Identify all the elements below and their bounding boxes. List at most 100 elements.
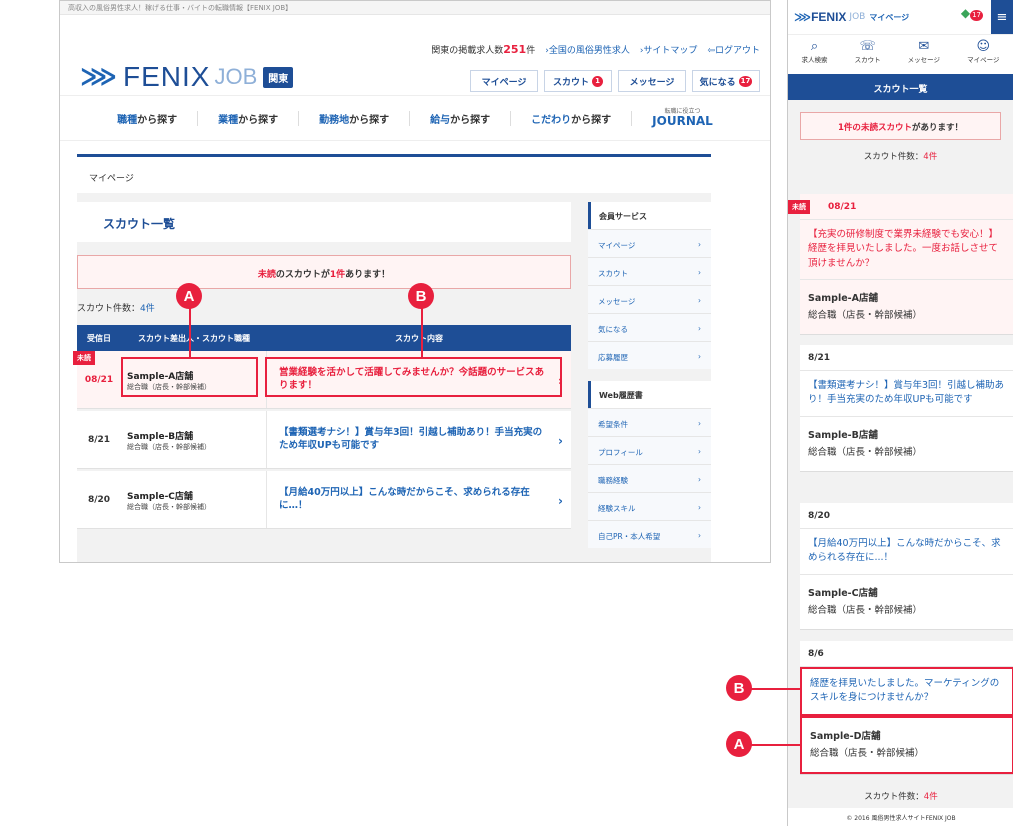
unread-ribbon: 未読 bbox=[788, 200, 810, 214]
sidebar-item-mypage[interactable]: マイページ › bbox=[588, 229, 711, 257]
card-date: 8/6 bbox=[800, 641, 1013, 667]
card-message[interactable]: 【書類選考ナシ！】賞与年3回！引越し補助あり！手当充実のため年収UPも可能です bbox=[800, 371, 1013, 417]
row-message[interactable]: 【書類選考ナシ！】賞与年3回！引越し補助あり！手当充実のため年収UPも可能です › bbox=[267, 411, 571, 468]
gem-badge: 17 bbox=[970, 9, 983, 21]
nav-favorite-button[interactable]: 気になる 17 bbox=[692, 70, 760, 92]
list-item[interactable]: 8/6 経歴を拝見いたしました。マーケティングのスキルを身につけませんか？ Sa… bbox=[800, 641, 1013, 775]
header-date: 受信日 bbox=[87, 333, 111, 343]
nav-mypage-button[interactable]: マイページ bbox=[470, 70, 538, 92]
sidebar-item-skills[interactable]: 経験スキル › bbox=[588, 492, 711, 520]
annotation-box-b bbox=[265, 357, 562, 397]
region-badge: 関東 bbox=[263, 66, 294, 88]
web-resume: Web履歴書 希望条件 › プロフィール › 職務経験 › 経験スキル › 自己PR・本… bbox=[588, 381, 711, 548]
sidebar-item-scout[interactable]: スカウト › bbox=[588, 257, 711, 285]
fenix-logo-icon: ⋙ bbox=[80, 62, 117, 92]
chevron-right-icon: › bbox=[698, 475, 701, 484]
nav-message-button[interactable]: メッセージ bbox=[618, 70, 686, 92]
mobile-nav-message[interactable]: ✉ メッセージ bbox=[908, 39, 940, 74]
mobile-logo-sub: JOB bbox=[849, 12, 866, 22]
site-logo[interactable]: ⋙ FENIX JOB 関東 bbox=[80, 61, 294, 93]
scout-icon: ☏ bbox=[859, 39, 876, 54]
table-row[interactable]: 8/21 Sample-B店舗 総合職（店長・幹部候補） 【書類選考ナシ！】賞与年… bbox=[77, 411, 571, 469]
card-company: Sample-A店舗 総合職（店長・幹部候補） bbox=[808, 292, 923, 321]
unread-ribbon: 未読 bbox=[73, 351, 95, 365]
mobile-screen: ⋙ FENIX JOB マイページ ◆ 17 ≡ ⌕ 求人検索 ☏ スカウト ✉ メッセ… bbox=[787, 0, 1013, 826]
mobile-scout-count-bottom: スカウト件数：4件 bbox=[864, 792, 938, 802]
search-by-salary[interactable]: 給与から探す bbox=[410, 110, 512, 126]
link-logout[interactable]: ⇦ログアウト bbox=[707, 43, 760, 56]
mobile-mypage-label: マイページ bbox=[869, 12, 910, 22]
user-icon: ☺ bbox=[976, 39, 991, 54]
mobile-page-title: スカウト一覧 bbox=[788, 74, 1013, 100]
header-content: スカウト内容 bbox=[395, 333, 443, 343]
chevron-right-icon: › bbox=[698, 240, 701, 249]
sidebar-item-favorite[interactable]: 気になる › bbox=[588, 313, 711, 341]
search-by-industry[interactable]: 業種から探す bbox=[198, 110, 300, 126]
link-nationwide[interactable]: ›全国の風俗男性求人 bbox=[545, 43, 630, 56]
mobile-icon-nav: ⌕ 求人検索 ☏ スカウト ✉ メッセージ ☺ マイページ bbox=[788, 34, 1013, 74]
row-message[interactable]: 【月給40万円以上】こんな時だからこそ、求められる存在に…！ › bbox=[267, 471, 571, 528]
card-company: Sample-D店舗 総合職（店長・幹部候補） bbox=[800, 715, 1013, 774]
search-by-area[interactable]: 勤務地から探す bbox=[299, 110, 411, 126]
sidebar-item-history[interactable]: 応募履歴 › bbox=[588, 341, 711, 369]
header-company: スカウト差出人・スカウト職種 bbox=[138, 333, 250, 343]
row-date: 8/20 bbox=[87, 494, 111, 505]
chevron-right-icon: › bbox=[558, 434, 563, 448]
chevron-right-icon: › bbox=[698, 352, 701, 361]
mobile-logo-brand[interactable]: FENIX bbox=[811, 10, 846, 24]
nav-scout-button[interactable]: スカウト 1 bbox=[544, 70, 612, 92]
scout-count: スカウト件数：4件 bbox=[77, 304, 155, 314]
sidebar-item-experience[interactable]: 職務経験 › bbox=[588, 464, 711, 492]
list-item[interactable]: 8/20 【月給40万円以上】こんな時だからこそ、求められる存在に...！ Sa… bbox=[800, 503, 1013, 630]
mobile-unread-notice: 1件の未読スカウトがあります！ bbox=[800, 112, 1001, 140]
sidebar-item-message[interactable]: メッセージ › bbox=[588, 285, 711, 313]
annotation-box-a bbox=[121, 357, 258, 397]
card-message[interactable]: 【月給40万円以上】こんな時だからこそ、求められる存在に...！ bbox=[800, 529, 1013, 575]
sidebar-item-pr[interactable]: 自己PR・本人希望 › bbox=[588, 520, 711, 548]
list-item[interactable]: 8/21 【書類選考ナシ！】賞与年3回！引越し補助あり！手当充実のため年収UPも… bbox=[800, 345, 1013, 472]
page-title: スカウト一覧 bbox=[77, 202, 571, 242]
gem-icon[interactable]: ◆ 17 bbox=[961, 6, 983, 21]
breadcrumb[interactable]: マイページ bbox=[77, 157, 711, 193]
card-company: Sample-B店舗 総合職（店長・幹部候補） bbox=[808, 429, 923, 458]
card-date: 8/21 bbox=[800, 345, 1013, 371]
mobile-nav-search[interactable]: ⌕ 求人検索 bbox=[802, 39, 828, 74]
job-count: 関東の掲載求人数251件 bbox=[431, 43, 536, 56]
mobile-header: ⋙ FENIX JOB マイページ ◆ 17 ≡ bbox=[788, 0, 1013, 34]
annotation-label-a: A bbox=[176, 283, 202, 309]
list-item[interactable]: 未読 08/21 【充実の研修制度で業界未経験でも安心！】経歴を拝見いたしました… bbox=[788, 194, 1013, 335]
scout-badge: 1 bbox=[592, 75, 603, 87]
link-sitemap[interactable]: ›サイトマップ bbox=[640, 43, 698, 56]
unread-notice: 未読のスカウトが1件あります！ bbox=[77, 255, 571, 289]
sidebar-item-conditions[interactable]: 希望条件 › bbox=[588, 408, 711, 436]
sidebar-item-profile[interactable]: プロフィール › bbox=[588, 436, 711, 464]
card-message[interactable]: 経歴を拝見いたしました。マーケティングのスキルを身につけませんか？ bbox=[800, 667, 1013, 716]
chevron-right-icon: › bbox=[558, 494, 563, 508]
search-by-job[interactable]: 職種から探す bbox=[97, 110, 199, 126]
card-date: 08/21 bbox=[800, 194, 1013, 220]
mobile-nav-scout[interactable]: ☏ スカウト bbox=[855, 39, 881, 74]
mobile-scout-count: スカウト件数：4件 bbox=[863, 152, 938, 162]
journal-link[interactable]: 転職に役立つ JOURNAL bbox=[632, 109, 733, 128]
card-date: 8/20 bbox=[800, 503, 1013, 529]
chevron-right-icon: › bbox=[698, 503, 701, 512]
mobile-nav-mypage[interactable]: ☺ マイページ bbox=[967, 39, 999, 74]
annotation-label-b: B bbox=[408, 283, 434, 309]
table-row[interactable]: 8/20 Sample-C店舗 総合職（店長・幹部候補） 【月給40万円以上】こん… bbox=[77, 471, 571, 529]
card-company: Sample-C店舗 総合職（店長・幹部候補） bbox=[808, 587, 923, 616]
chevron-right-icon: › bbox=[698, 268, 701, 277]
table-header: 受信日 スカウト差出人・スカウト職種 スカウト内容 bbox=[77, 325, 571, 351]
row-date: 8/21 bbox=[87, 434, 111, 445]
site-header: ⋙ FENIX JOB 関東 関東の掲載求人数251件 ›全国の風俗男性求人 ›… bbox=[60, 15, 770, 95]
desktop-screen: 高収入の風俗男性求人！稼げる仕事・バイトの転職情報【FENIX JOB】 ⋙ F… bbox=[59, 0, 771, 563]
logout-icon: ⇦ bbox=[707, 46, 715, 56]
sidebar-heading: Web履歴書 bbox=[588, 381, 711, 408]
annotation-line-b bbox=[421, 305, 423, 357]
menu-icon[interactable]: ≡ bbox=[991, 0, 1013, 34]
annotation-label-b-mobile: B bbox=[726, 675, 752, 701]
card-message[interactable]: 【充実の研修制度で業界未経験でも安心！】経歴を拝見いたしました。一度お話しさせて… bbox=[800, 220, 1013, 280]
top-links: 関東の掲載求人数251件 ›全国の風俗男性求人 ›サイトマップ ⇦ログアウト bbox=[431, 43, 760, 56]
fenix-logo-icon: ⋙ bbox=[794, 10, 812, 24]
member-services: 会員サービス マイページ › スカウト › メッセージ › 気になる › 応募履歴 › bbox=[588, 202, 711, 369]
search-by-preference[interactable]: こだわりから探す bbox=[511, 110, 633, 126]
